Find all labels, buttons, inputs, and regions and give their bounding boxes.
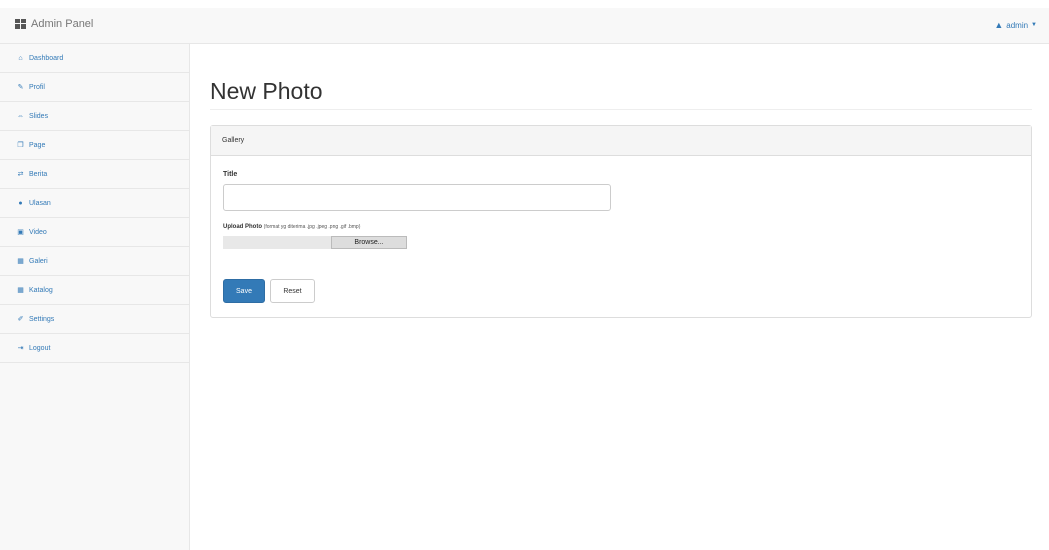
main-content: New Photo Gallery Title Upload Photo (fo… xyxy=(190,44,1049,550)
sidebar-item-galeri[interactable]: ▦ Galeri xyxy=(0,247,189,276)
sidebar-item-page[interactable]: ❐ Page xyxy=(0,131,189,160)
brand[interactable]: Admin Panel xyxy=(15,18,93,30)
edit-icon: ✎ xyxy=(17,84,24,91)
sidebar-item-slides[interactable]: ⇔ Slides xyxy=(0,102,189,131)
top-navbar: Admin Panel ▲ admin ▼ xyxy=(0,0,1049,44)
sidebar-item-label: Video xyxy=(29,228,47,236)
user-icon: ▲ xyxy=(994,20,1004,30)
user-name: admin xyxy=(1006,20,1029,30)
reset-button[interactable]: Reset xyxy=(270,279,315,303)
sidebar-item-logout[interactable]: ⇥ Logout xyxy=(0,334,189,363)
sidebar-item-settings[interactable]: ✐ Settings xyxy=(0,305,189,334)
title-divider xyxy=(210,109,1032,110)
page-icon: ❐ xyxy=(17,142,24,149)
comment-icon: ● xyxy=(18,199,23,207)
browse-button[interactable]: Browse... xyxy=(331,236,407,249)
video-icon: ▣ xyxy=(17,229,24,236)
gallery-icon: ▦ xyxy=(17,258,24,265)
slides-icon: ⇔ xyxy=(17,112,24,120)
gallery-form-panel: Gallery Title Upload Photo (format yg di… xyxy=(210,125,1032,318)
news-icon: ⇄ xyxy=(17,171,24,178)
sidebar-item-label: Katalog xyxy=(29,286,53,294)
save-button[interactable]: Save xyxy=(223,279,265,303)
sidebar-item-video[interactable]: ▣ Video xyxy=(0,218,189,247)
page-title: New Photo xyxy=(210,78,323,104)
title-input[interactable] xyxy=(223,184,611,211)
sidebar-item-label: Profil xyxy=(29,83,45,91)
sidebar-item-label: Slides xyxy=(29,112,49,120)
upload-photo-label-text: Upload Photo xyxy=(223,224,262,230)
sidebar-item-katalog[interactable]: ▦ Katalog xyxy=(0,276,189,305)
sidebar-item-label: Galeri xyxy=(29,257,48,265)
sidebar-item-label: Dashboard xyxy=(29,54,64,62)
sidebar-item-profil[interactable]: ✎ Profil xyxy=(0,73,189,102)
user-menu-toggle[interactable]: ▲ admin ▼ xyxy=(994,20,1037,30)
grid-icon xyxy=(15,19,26,29)
file-input[interactable]: Browse... xyxy=(223,236,407,249)
logout-icon: ⇥ xyxy=(17,345,24,352)
upload-photo-label: Upload Photo (format yg diterima .jpg .j… xyxy=(223,224,360,230)
sidebar: ⌂ Dashboard ✎ Profil ⇔ Slides ❐ Page ⇄ Berita ● Ula… xyxy=(0,44,190,550)
sidebar-item-label: Ulasan xyxy=(29,199,51,207)
sidebar-item-label: Settings xyxy=(29,315,55,323)
title-label: Title xyxy=(223,171,238,178)
sidebar-item-berita[interactable]: ⇄ Berita xyxy=(0,160,189,189)
sidebar-item-dashboard[interactable]: ⌂ Dashboard xyxy=(0,44,189,73)
sidebar-item-ulasan[interactable]: ● Ulasan xyxy=(0,189,189,218)
sidebar-item-label: Logout xyxy=(29,344,51,352)
upload-format-hint: (format yg diterima .jpg .jpeg .png .gif… xyxy=(263,224,361,230)
sidebar-item-label: Berita xyxy=(29,170,48,178)
panel-heading: Gallery xyxy=(211,126,1031,156)
home-icon: ⌂ xyxy=(18,54,23,62)
sidebar-item-label: Page xyxy=(29,141,46,149)
brand-title: Admin Panel xyxy=(31,18,94,30)
caret-down-icon: ▼ xyxy=(1031,22,1037,28)
wrench-icon: ✐ xyxy=(17,316,24,323)
catalog-icon: ▦ xyxy=(17,287,24,294)
